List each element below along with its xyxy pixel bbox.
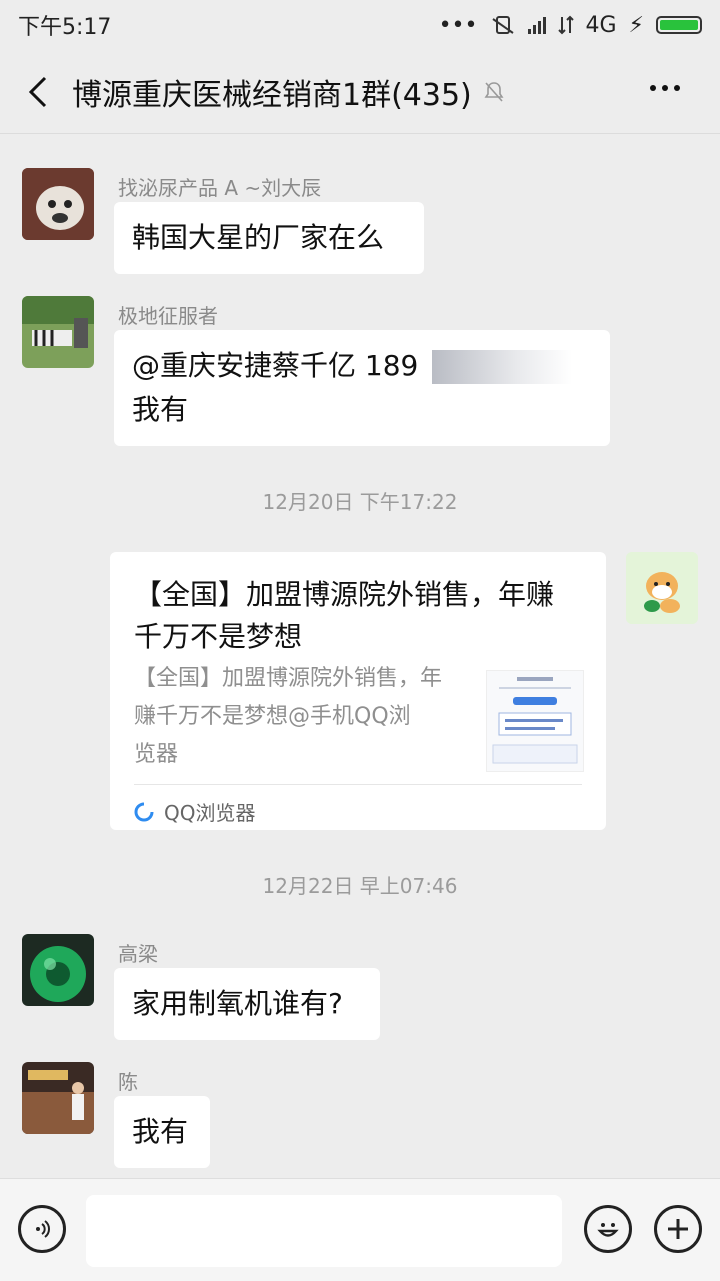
card-description: 【全国】加盟博源院外销售，年 赚千万不是梦想@手机QQ浏 览器 <box>134 660 474 774</box>
timestamp: 12月20日 下午17:22 <box>262 490 458 514</box>
voice-icon <box>36 1220 50 1238</box>
qq-browser-icon <box>134 802 154 821</box>
sender-name: 极地征服者 <box>118 304 218 328</box>
avatar[interactable] <box>22 296 94 368</box>
card-thumbnail <box>486 670 584 772</box>
card-desc-line: 赚千万不是梦想@手机QQ浏 <box>134 704 411 729</box>
status-bar: 下午5:17 ••• 4G ⚡ <box>0 0 720 50</box>
message-bubble[interactable]: 家用制氧机谁有? <box>114 968 380 1040</box>
card-title-line: 千万不是梦想 <box>134 620 303 653</box>
battery-icon <box>656 16 702 34</box>
mute-icon <box>484 81 504 102</box>
card-desc-line: 【全国】加盟博源院外销售，年 <box>134 666 443 691</box>
back-icon <box>28 76 47 107</box>
sender-name: 高梁 <box>118 942 158 966</box>
more-icon <box>650 85 656 91</box>
mention-text: @重庆安捷蔡千亿 189 <box>132 349 419 382</box>
back-button[interactable] <box>20 72 56 112</box>
network-label: 4G <box>585 12 617 38</box>
input-bar <box>0 1178 720 1281</box>
message-line: @重庆安捷蔡千亿 189 <box>132 344 592 388</box>
plus-icon <box>668 1219 688 1239</box>
emoji-button[interactable] <box>584 1205 632 1253</box>
status-icons: ••• 4G ⚡ <box>439 13 702 38</box>
message-bubble[interactable]: 韩国大星的厂家在么 <box>114 202 424 274</box>
charging-icon: ⚡ <box>628 12 644 38</box>
message-input[interactable] <box>86 1195 562 1267</box>
message-line: 我有 <box>132 393 189 426</box>
avatar[interactable] <box>22 934 94 1006</box>
sender-name: 陈 <box>118 1070 138 1094</box>
card-title-line: 【全国】加盟博源院外销售，年赚 <box>134 578 555 611</box>
avatar[interactable] <box>22 1062 94 1134</box>
message-bubble[interactable]: @重庆安捷蔡千亿 189 我有 <box>114 330 610 446</box>
data-icon <box>557 15 574 35</box>
sender-name: 找泌尿产品 A ~刘大辰 <box>118 176 322 200</box>
card-footer: QQ浏览器 <box>134 784 582 826</box>
plus-button[interactable] <box>654 1205 702 1253</box>
my-avatar[interactable] <box>626 552 698 624</box>
emoji-icon <box>597 1223 619 1237</box>
avatar[interactable] <box>22 168 94 240</box>
more-button[interactable] <box>650 78 690 98</box>
message-bubble[interactable]: 我有 <box>114 1096 210 1168</box>
vibrate-icon <box>491 16 514 34</box>
timestamp: 12月22日 早上07:46 <box>262 874 458 898</box>
voice-button[interactable] <box>18 1205 66 1253</box>
status-time: 下午5:17 <box>18 15 112 40</box>
chat-title: 博源重庆医械经销商1群(435) <box>72 77 472 113</box>
signal-icon <box>527 16 546 34</box>
more-dots-icon: ••• <box>438 12 478 38</box>
shared-link-card[interactable]: 【全国】加盟博源院外销售，年赚 千万不是梦想 【全国】加盟博源院外销售，年 赚千… <box>110 552 606 830</box>
card-title: 【全国】加盟博源院外销售，年赚 千万不是梦想 <box>134 574 582 658</box>
chat-header: 博源重庆医械经销商1群(435) <box>0 50 720 134</box>
blurred-number <box>432 350 572 384</box>
card-source: QQ浏览器 <box>164 801 256 825</box>
card-desc-line: 览器 <box>134 742 179 767</box>
